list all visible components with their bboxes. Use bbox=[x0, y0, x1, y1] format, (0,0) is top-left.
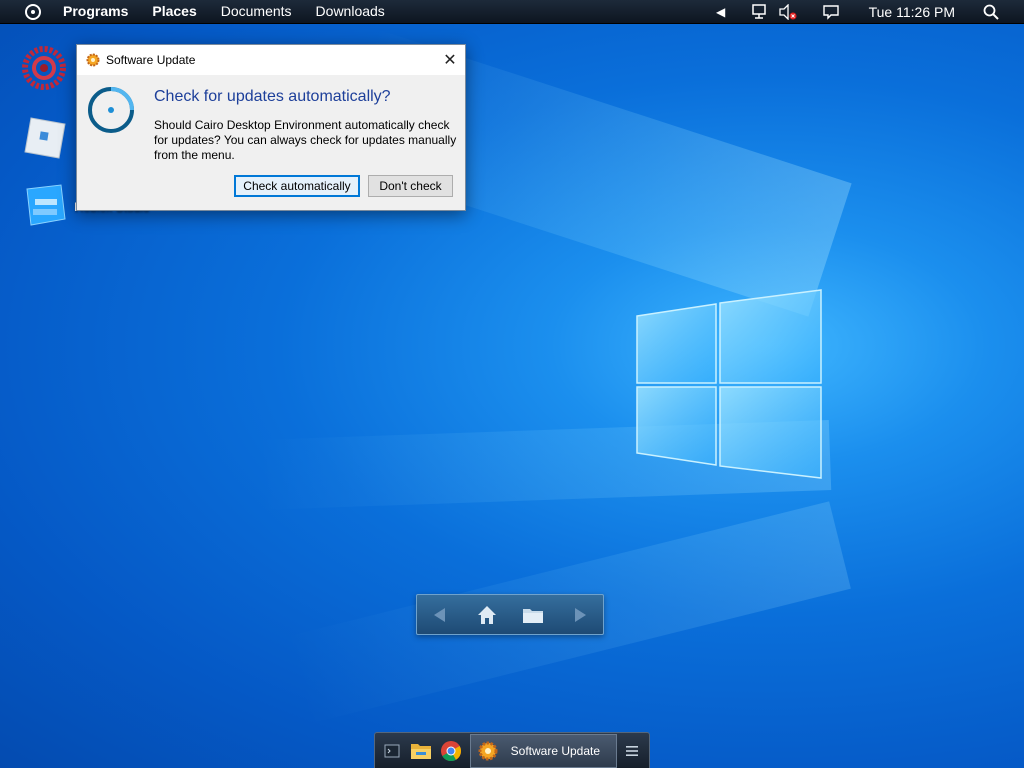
taskbar-task-software-update[interactable]: Software Update bbox=[469, 734, 618, 768]
taskbar-menu-icon[interactable] bbox=[617, 736, 647, 766]
menu-places[interactable]: Places bbox=[140, 0, 208, 23]
desktop-icon-roblox-studio[interactable] bbox=[21, 183, 67, 229]
desktop-icon-cairo[interactable] bbox=[21, 45, 67, 91]
chrome-icon[interactable] bbox=[436, 736, 466, 766]
terminal-icon[interactable] bbox=[377, 736, 407, 766]
menu-bar: Programs Places Documents Downloads ◀ Tu… bbox=[0, 0, 1024, 24]
desktop-icon-roblox[interactable] bbox=[21, 114, 67, 160]
software-update-dialog: Software Update ✕ Check for updates auto… bbox=[76, 44, 466, 211]
check-automatically-button[interactable]: Check automatically bbox=[234, 175, 360, 197]
dialog-title: Software Update bbox=[106, 53, 196, 67]
dont-check-button[interactable]: Don't check bbox=[368, 175, 453, 197]
roblox-studio-icon bbox=[26, 184, 66, 226]
tray-expand-icon[interactable]: ◀ bbox=[710, 0, 732, 23]
dialog-heading: Check for updates automatically? bbox=[154, 88, 391, 105]
windows-logo bbox=[636, 289, 822, 479]
dialog-message: Should Cairo Desktop Environment automat… bbox=[154, 118, 457, 162]
notification-icon[interactable] bbox=[820, 0, 842, 23]
dialog-titlebar[interactable]: Software Update ✕ bbox=[77, 45, 465, 75]
home-icon[interactable] bbox=[471, 599, 503, 631]
taskbar: Software Update bbox=[374, 732, 650, 768]
menu-programs[interactable]: Programs bbox=[51, 0, 140, 23]
volume-muted-icon[interactable] bbox=[777, 0, 799, 23]
back-arrow-icon[interactable] bbox=[424, 599, 456, 631]
search-icon[interactable] bbox=[980, 0, 1002, 23]
update-gear-icon bbox=[86, 53, 100, 67]
cairo-gear-icon bbox=[22, 46, 66, 90]
folder-icon[interactable] bbox=[517, 599, 549, 631]
cairo-update-logo-icon bbox=[88, 87, 134, 133]
update-gear-icon bbox=[477, 740, 499, 762]
system-tray: ◀ Tue 11:26 PM bbox=[707, 0, 1024, 23]
file-explorer-icon[interactable] bbox=[407, 736, 437, 766]
roblox-icon bbox=[24, 117, 66, 159]
desktop-navigation-panel bbox=[416, 594, 604, 635]
clock[interactable]: Tue 11:26 PM bbox=[869, 4, 955, 20]
menu-downloads[interactable]: Downloads bbox=[304, 0, 397, 23]
desktop: Roblox Studio Programs Places Documents … bbox=[0, 0, 1024, 768]
taskbar-task-label: Software Update bbox=[510, 744, 601, 758]
network-icon[interactable] bbox=[749, 0, 771, 23]
cairo-menu-icon[interactable] bbox=[25, 3, 41, 20]
menu-documents[interactable]: Documents bbox=[209, 0, 304, 23]
close-icon[interactable]: ✕ bbox=[435, 45, 465, 75]
forward-arrow-icon[interactable] bbox=[564, 599, 596, 631]
